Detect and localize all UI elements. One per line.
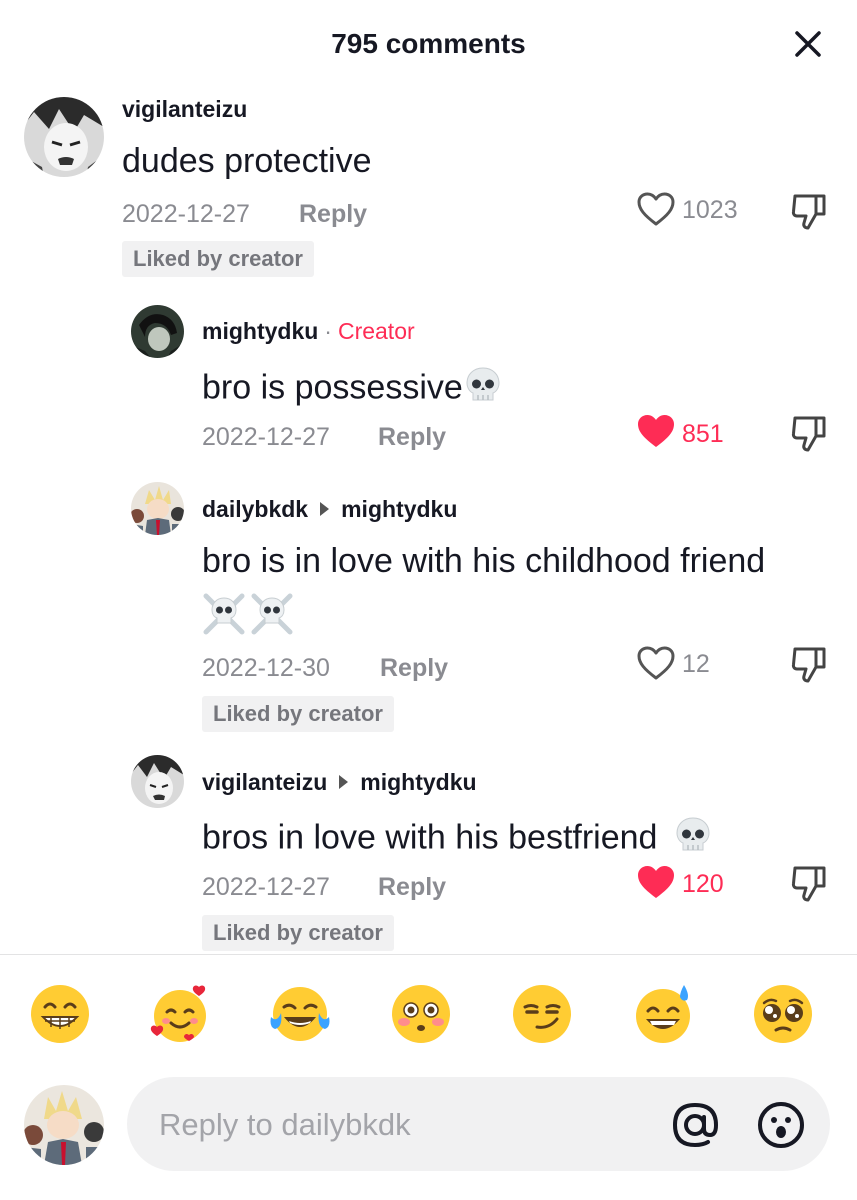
reply-button[interactable]: Reply [378,423,446,452]
comment-username-link[interactable]: vigilanteizu [202,769,327,795]
grinning-face-emoji-icon[interactable] [29,983,91,1045]
reply-to-username[interactable]: mightydku [341,496,457,522]
skull-emoji-icon [673,815,713,864]
heart-filled-icon[interactable] [636,864,676,905]
liked-by-creator-badge: Liked by creator [122,241,314,277]
like-count: 851 [682,420,724,448]
like-count: 1023 [682,196,738,224]
grinning-sweat-emoji-icon[interactable] [632,983,694,1045]
reply-button[interactable]: Reply [299,200,367,229]
liked-by-creator-badge: Liked by creator [202,696,394,732]
reply-input[interactable] [157,1099,631,1151]
reply-arrow-icon [320,501,330,516]
comment-text: bro is possessive [202,368,463,407]
reply-input-container [127,1077,830,1171]
heart-filled-icon[interactable] [636,413,676,454]
heart-outline-icon[interactable] [636,191,676,232]
avatar[interactable] [24,97,104,177]
avatar[interactable] [131,482,184,535]
reply-button[interactable]: Reply [378,873,446,902]
creator-tag: Creator [337,318,415,344]
comment-username: vigilanteizu mightydku [202,769,477,796]
dislike-icon[interactable] [790,192,828,237]
smiling-face-with-hearts-emoji-icon[interactable] [149,983,211,1045]
comments-count-title: 795 comments [331,28,526,59]
comment-text: dudes protective [122,142,372,180]
reply-arrow-icon [339,774,349,789]
smirking-face-emoji-icon[interactable] [511,983,573,1045]
current-user-avatar[interactable] [24,1085,104,1165]
avatar[interactable] [131,305,184,358]
comment-date: 2022-12-30 [202,654,330,682]
comment-text-row: bro is possessive [202,365,503,414]
close-icon[interactable] [788,24,828,64]
comment-date: 2022-12-27 [122,200,250,228]
tears-of-joy-emoji-icon[interactable] [269,983,331,1045]
pleading-face-emoji-icon[interactable] [752,983,814,1045]
dislike-icon[interactable] [790,414,828,459]
skull-emoji-icon [463,365,503,414]
mention-icon[interactable] [669,1099,721,1156]
divider [0,954,857,955]
comment-text-row: bros in love with his bestfriend [202,815,713,864]
comment-text: bro is in love with his childhood friend [202,542,766,580]
comment-date: 2022-12-27 [202,873,330,901]
comment-username-link[interactable]: dailybkdk [202,496,308,522]
comment-username: mightydku · Creator [202,318,415,345]
comment-text: bros in love with his bestfriend [202,818,658,857]
username-separator: · [324,318,332,344]
reply-button[interactable]: Reply [380,654,448,683]
comment-username[interactable]: vigilanteizu [122,96,247,123]
skull-crossbones-emoji-icon [202,590,298,643]
heart-outline-icon[interactable] [636,645,676,686]
reply-to-username[interactable]: mightydku [360,769,476,795]
avatar[interactable] [131,755,184,808]
dislike-icon[interactable] [790,864,828,909]
dislike-icon[interactable] [790,645,828,690]
like-count: 120 [682,870,724,898]
flushed-face-emoji-icon[interactable] [390,983,452,1045]
comment-date: 2022-12-27 [202,423,330,451]
comment-username-link[interactable]: mightydku [202,318,318,344]
like-count: 12 [682,650,710,678]
comment-username: dailybkdk mightydku [202,496,457,523]
emoji-picker-icon[interactable] [755,1099,807,1156]
liked-by-creator-badge: Liked by creator [202,915,394,951]
